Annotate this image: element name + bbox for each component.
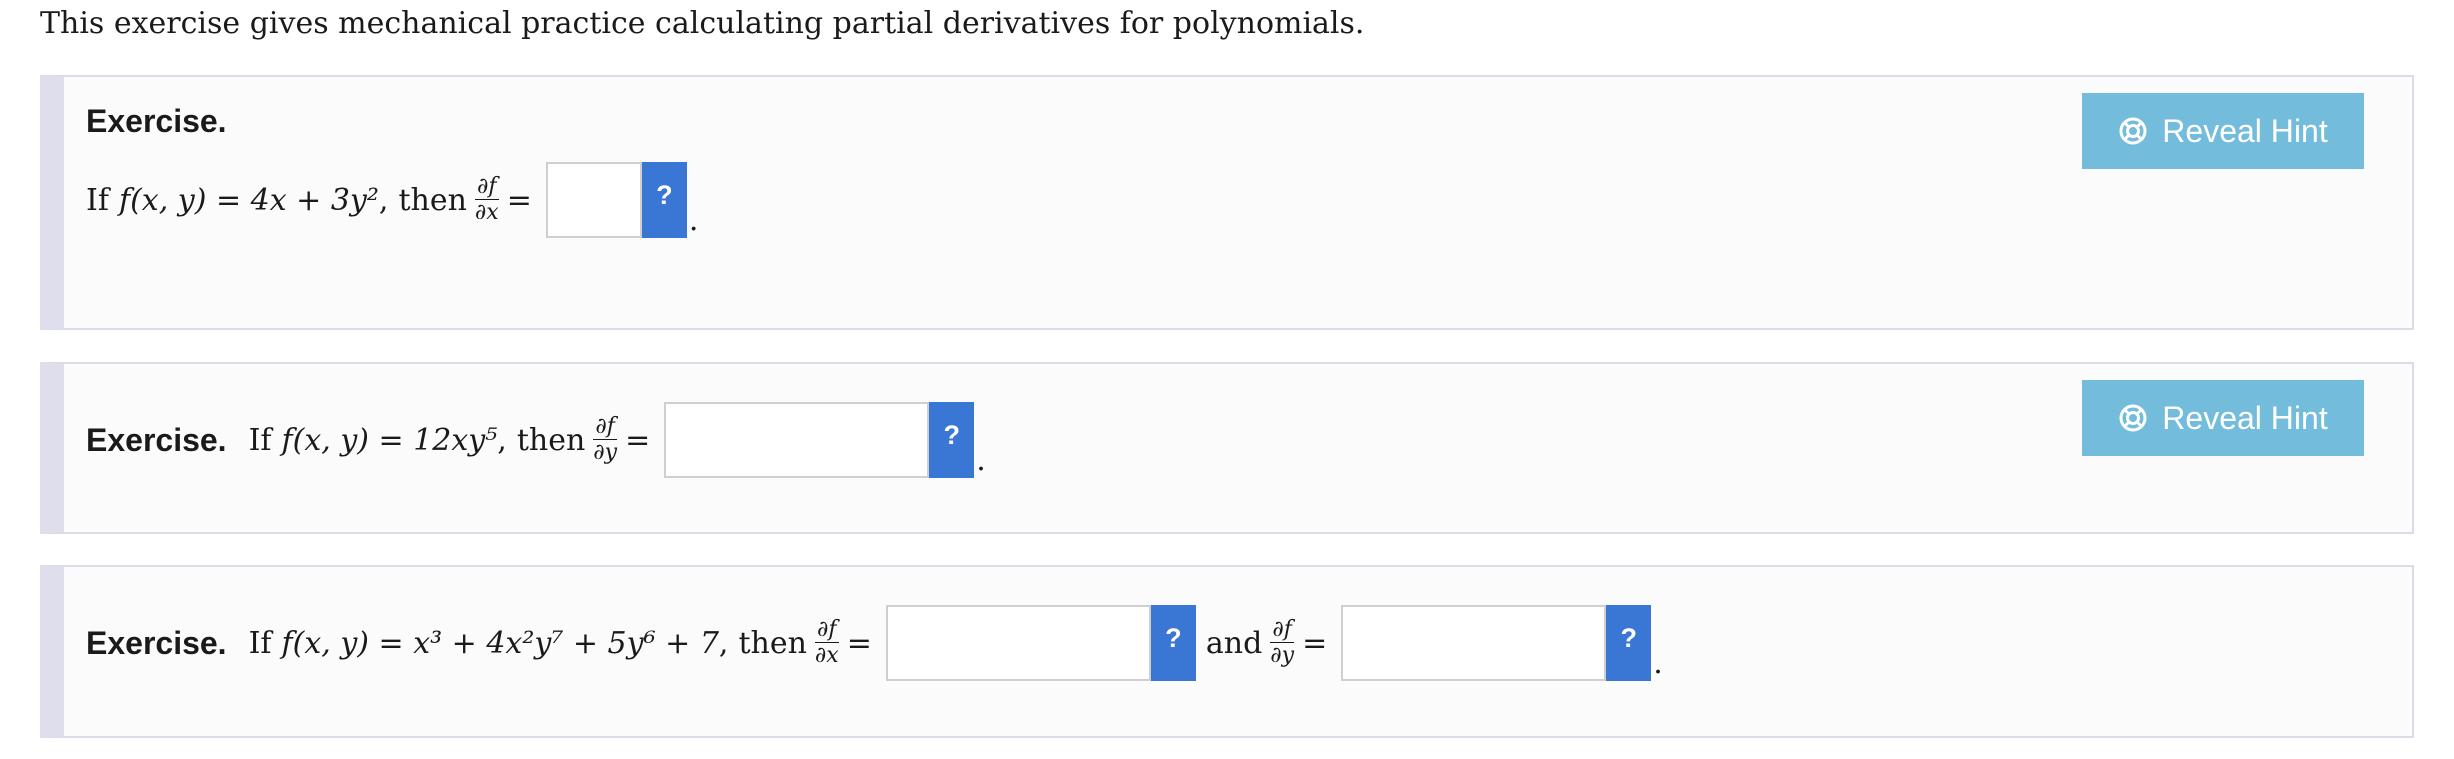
fraction-numerator: ∂f [815, 617, 839, 643]
fraction-denominator: ∂x [814, 643, 839, 668]
answer-input[interactable] [664, 402, 930, 478]
function-expression: f(x, y) = 12xy⁵ [281, 422, 498, 458]
exercise-label: Exercise. [86, 421, 227, 458]
lead-word: If [86, 182, 109, 218]
exercise-panel-3: Exercise. If f(x, y) = x³ + 4x²y⁷ + 5y⁶ … [40, 565, 2414, 738]
partial-derivative-fraction-x: ∂f ∂x [813, 619, 841, 667]
exercise-statement: Exercise. If f(x, y) = x³ + 4x²y⁷ + 5y⁶ … [86, 605, 1663, 681]
fraction-denominator: ∂x [474, 200, 499, 225]
question-mark-icon[interactable]: ? [641, 162, 687, 238]
fraction-denominator: ∂y [1270, 643, 1295, 668]
exercise-label: Exercise. [86, 624, 227, 661]
question-mark-icon[interactable]: ? [1606, 605, 1652, 681]
lead-word: If [248, 422, 272, 458]
partial-derivative-fraction: ∂f ∂y [591, 416, 619, 464]
question-mark-icon[interactable]: ? [929, 402, 975, 478]
fraction-numerator: ∂f [1270, 617, 1294, 643]
and-word: and [1205, 625, 1263, 661]
partial-derivative-fraction-y: ∂f ∂y [1268, 619, 1296, 667]
equals-sign: = [625, 422, 651, 458]
exercise-statement: If f(x, y) = 4x + 3y², then ∂f ∂x = ? . [86, 162, 698, 238]
question-mark-icon[interactable]: ? [1150, 605, 1196, 681]
answer-group: ? [545, 162, 687, 238]
fraction-numerator: ∂f [593, 414, 617, 440]
statement-text: If f(x, y) = x³ + 4x²y⁷ + 5y⁶ + 7, then [248, 625, 807, 661]
statement-text: If f(x, y) = 4x + 3y², then [86, 182, 467, 218]
equals-sign: = [846, 625, 872, 661]
exercise-panel-1: Exercise. Reveal Hint If f(x, y) = 4x + … [40, 75, 2414, 330]
reveal-hint-button[interactable]: Reveal Hint [2082, 380, 2364, 456]
period: . [976, 443, 986, 478]
reveal-hint-label: Reveal Hint [2162, 112, 2328, 149]
equals-sign: = [1302, 625, 1328, 661]
equals-sign: = [506, 182, 532, 218]
exercise-label: Exercise. [86, 103, 227, 139]
reveal-hint-label: Reveal Hint [2162, 399, 2328, 436]
answer-group-x: ? [885, 605, 1196, 681]
answer-input-x[interactable] [885, 605, 1151, 681]
answer-group-y: ? [1341, 605, 1652, 681]
answer-group: ? [664, 402, 975, 478]
then-word: then [516, 422, 586, 458]
partial-derivative-fraction: ∂f ∂x [473, 176, 501, 224]
function-expression: f(x, y) = x³ + 4x²y⁷ + 5y⁶ + 7 [281, 625, 719, 661]
fraction-denominator: ∂y [593, 440, 618, 465]
statement-text: If f(x, y) = 12xy⁵, then [248, 422, 586, 458]
exercise-panel-2: Reveal Hint Exercise. If f(x, y) = 12xy⁵… [40, 362, 2414, 534]
answer-input[interactable] [545, 162, 642, 238]
lifebuoy-icon [2119, 117, 2147, 145]
period: . [1653, 646, 1663, 681]
reveal-hint-button[interactable]: Reveal Hint [2082, 93, 2364, 169]
then-word: then [738, 625, 807, 661]
lifebuoy-icon [2119, 404, 2147, 432]
lead-word: If [248, 625, 272, 661]
answer-input-y[interactable] [1341, 605, 1607, 681]
fraction-numerator: ∂f [475, 174, 499, 200]
intro-text: This exercise gives mechanical practice … [40, 6, 1365, 41]
then-word: then [398, 182, 467, 218]
period: . [688, 203, 699, 238]
function-expression: f(x, y) = 4x + 3y² [118, 182, 379, 218]
exercise-statement: Exercise. If f(x, y) = 12xy⁵, then ∂f ∂y… [86, 402, 986, 478]
